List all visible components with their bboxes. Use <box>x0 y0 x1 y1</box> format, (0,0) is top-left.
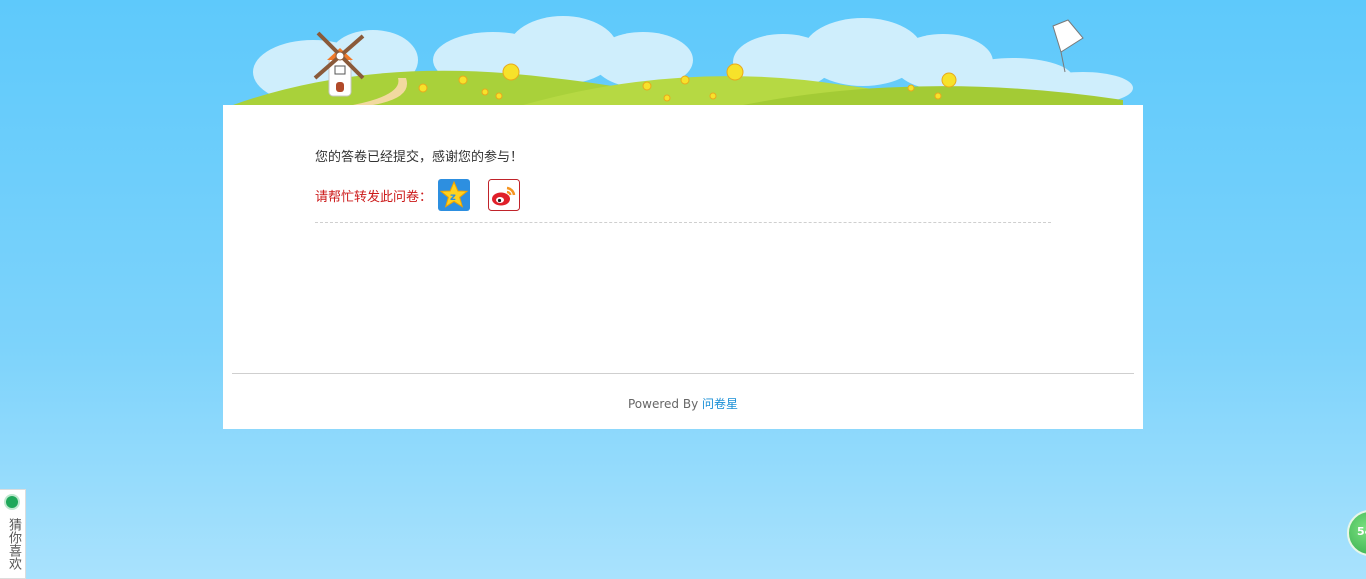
header-banner <box>223 0 1143 105</box>
side-tab-label: 猜你喜欢 <box>6 518 21 570</box>
landscape-illustration <box>233 16 1133 105</box>
submission-message: 您的答卷已经提交，感谢您的参与！ <box>315 150 524 165</box>
floating-badge[interactable]: 54 <box>1347 510 1366 556</box>
share-row: 请帮忙转发此问卷： z <box>315 178 538 212</box>
powered-by-text: Powered By <box>628 397 702 411</box>
recommend-side-tab[interactable]: 猜你喜欢 <box>0 489 26 579</box>
dashed-divider <box>315 222 1051 223</box>
result-card: 您的答卷已经提交，感谢您的参与！ 请帮忙转发此问卷： z Powered By … <box>223 105 1143 429</box>
footer: Powered By 问卷星 <box>223 395 1143 412</box>
qzone-star-icon: z <box>438 179 471 211</box>
share-label: 请帮忙转发此问卷： <box>315 189 433 205</box>
kite-icon <box>1052 19 1084 73</box>
weibo-share-button[interactable] <box>488 179 521 211</box>
svg-text:z: z <box>450 192 456 203</box>
badge-value: 54 <box>1357 525 1366 538</box>
status-dot-icon <box>6 496 18 508</box>
footer-divider <box>232 373 1134 374</box>
qzone-share-button[interactable]: z <box>438 179 471 211</box>
brand-link[interactable]: 问卷星 <box>702 397 738 411</box>
weibo-icon <box>488 179 521 211</box>
